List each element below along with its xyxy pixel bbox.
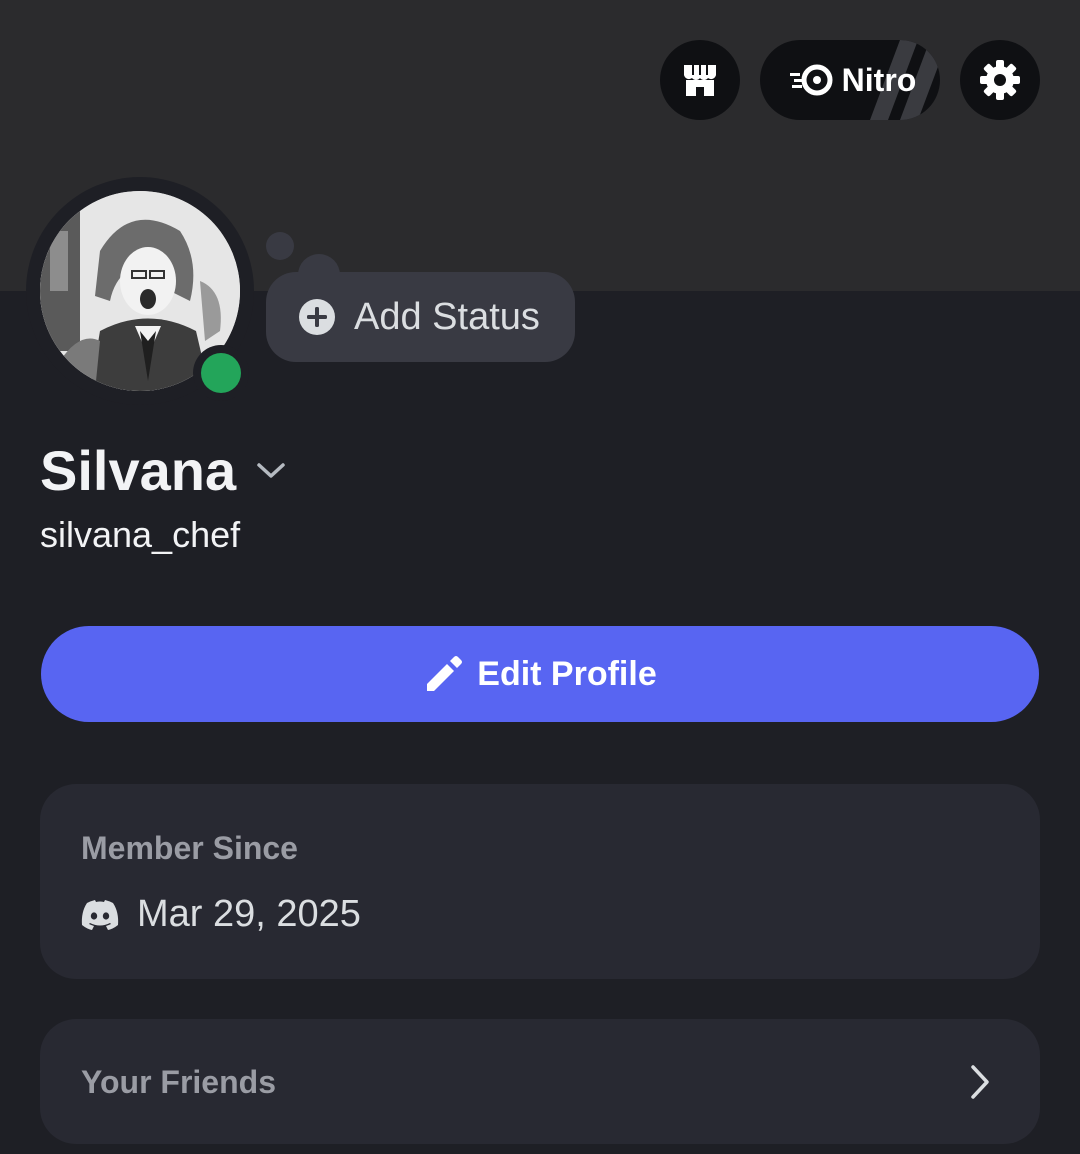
nitro-icon	[789, 64, 833, 96]
member-since-card	[40, 784, 1040, 979]
chevron-right-icon	[971, 1065, 989, 1099]
shop-icon	[684, 65, 716, 96]
pencil-icon	[427, 656, 463, 691]
member-since-row: Mar 29, 2025	[81, 893, 361, 936]
display-name: Silvana	[40, 439, 237, 502]
status-bubble-dot-small	[266, 232, 294, 260]
nitro-label: Nitro	[841, 61, 917, 98]
add-status-label: Add Status	[354, 295, 540, 338]
discord-icon	[81, 899, 119, 930]
nitro-button[interactable]: Nitro	[760, 40, 940, 120]
display-name-row[interactable]: Silvana	[40, 438, 286, 503]
username: silvana_chef	[40, 514, 241, 555]
member-since-date: Mar 29, 2025	[137, 893, 361, 935]
shop-button[interactable]	[660, 40, 740, 120]
edit-profile-label: Edit Profile	[477, 654, 657, 693]
member-since-title: Member Since	[81, 830, 298, 866]
online-status-indicator	[201, 353, 241, 393]
gear-icon	[980, 60, 1020, 100]
settings-button[interactable]	[960, 40, 1040, 120]
edit-profile-button[interactable]: Edit Profile	[41, 626, 1039, 722]
plus-circle-icon	[299, 299, 335, 335]
your-friends-title: Your Friends	[81, 1064, 276, 1100]
chevron-down-icon[interactable]	[256, 461, 286, 481]
add-status-button[interactable]: Add Status	[266, 272, 575, 362]
